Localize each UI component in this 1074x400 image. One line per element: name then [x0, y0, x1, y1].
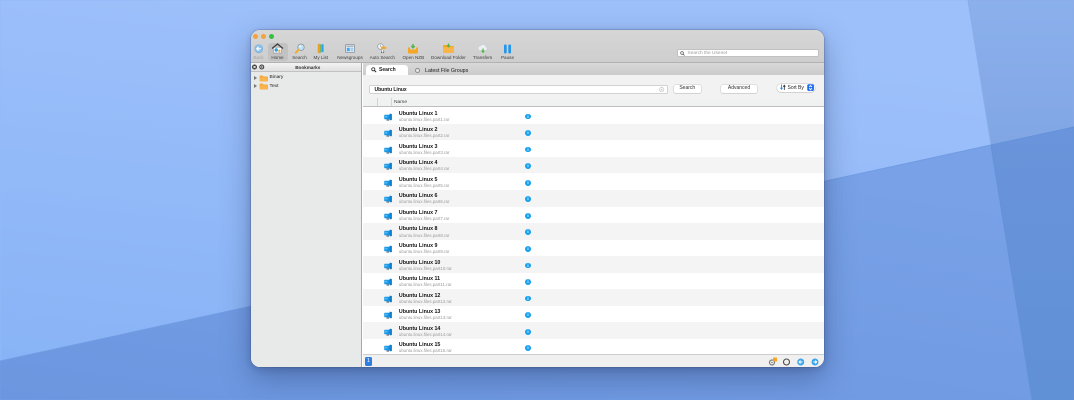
svg-text:12: 12 [381, 50, 385, 54]
